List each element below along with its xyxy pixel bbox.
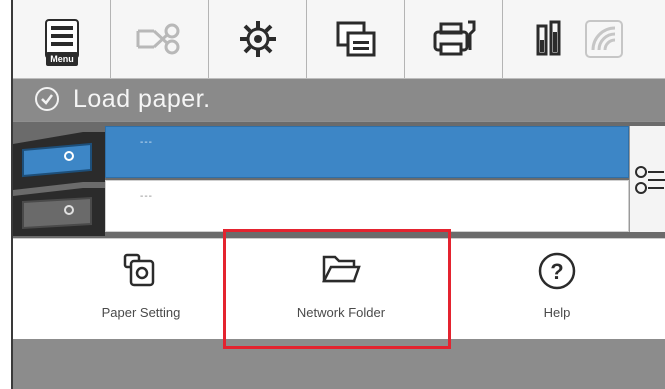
network-folder-label: Network Folder bbox=[296, 305, 386, 320]
action-buttons: Paper Setting Network Folder ? Help bbox=[13, 238, 665, 339]
menu-label: Menu bbox=[46, 52, 78, 66]
paper-setting-button[interactable]: Paper Setting bbox=[41, 239, 241, 339]
help-label: Help bbox=[543, 305, 571, 320]
feed-rollers-icon bbox=[635, 166, 665, 194]
status-bar: Load paper. bbox=[13, 79, 665, 121]
help-icon: ? bbox=[538, 252, 576, 290]
paper-stack-icon bbox=[336, 21, 375, 57]
paper-setting-icon bbox=[123, 253, 155, 287]
paper-setting-label: Paper Setting bbox=[101, 305, 181, 320]
ink-cartridge-icon[interactable] bbox=[535, 20, 563, 58]
help-button[interactable]: ? Help bbox=[457, 239, 657, 339]
paper-feed-control[interactable] bbox=[629, 126, 665, 232]
printer-maintenance-icon bbox=[433, 20, 475, 56]
printer-control-panel: Menu Load paper. --- --- Paper Setting N… bbox=[11, 0, 665, 389]
network-folder-button[interactable]: Network Folder bbox=[241, 239, 441, 339]
settings-button[interactable] bbox=[209, 0, 307, 78]
paper-source-row-1[interactable]: --- bbox=[105, 126, 629, 178]
paper-source-row-2[interactable]: --- bbox=[105, 180, 629, 232]
paper-source-label: --- bbox=[140, 191, 153, 202]
help-glyph: ? bbox=[550, 259, 563, 284]
scissors-icon bbox=[136, 23, 179, 55]
folder-icon bbox=[321, 255, 361, 283]
paper-source-label: --- bbox=[140, 137, 153, 148]
paper-source-panel: --- --- bbox=[13, 122, 665, 238]
job-queue-button[interactable] bbox=[307, 0, 405, 78]
status-message: Load paper. bbox=[73, 85, 211, 113]
bottom-bar bbox=[13, 339, 665, 389]
status-icons-group bbox=[503, 0, 665, 78]
wifi-icon[interactable] bbox=[585, 20, 623, 58]
top-toolbar: Menu bbox=[13, 0, 665, 79]
roll-paper-feed-icon bbox=[13, 132, 105, 236]
settings-gear-icon bbox=[239, 21, 276, 57]
cutter-button[interactable] bbox=[111, 0, 209, 78]
maintenance-button[interactable] bbox=[405, 0, 503, 78]
status-check-icon bbox=[35, 87, 59, 111]
menu-button[interactable]: Menu bbox=[13, 0, 111, 78]
